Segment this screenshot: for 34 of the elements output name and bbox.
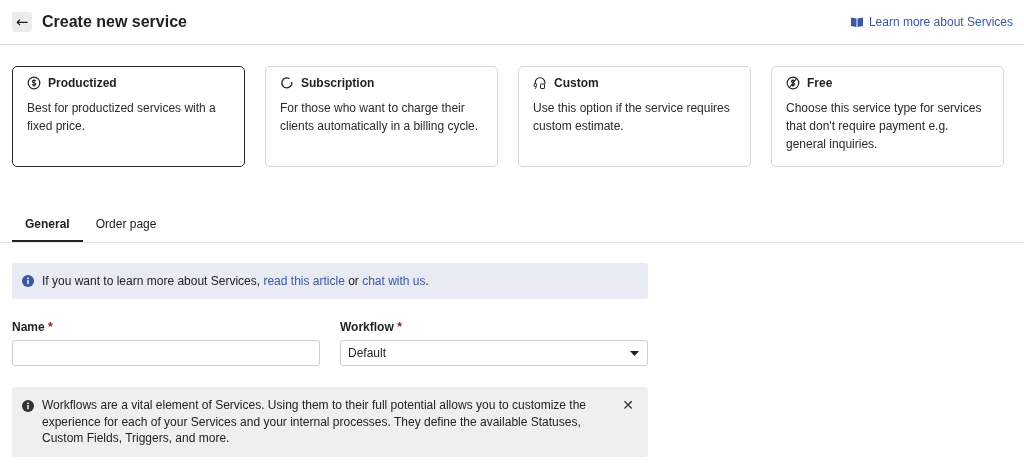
caret-icon	[630, 350, 639, 356]
name-input[interactable]	[12, 340, 320, 366]
text-link[interactable]: chat with us	[362, 274, 426, 288]
book-icon	[850, 16, 863, 28]
field-label: Workflow *	[340, 319, 402, 335]
text-link[interactable]: read this article	[263, 274, 345, 288]
tab[interactable]: General	[12, 207, 83, 242]
close-button[interactable]: ✕	[620, 397, 636, 413]
card-description: For those who want to charge their clients automatically in a billing cycle.	[280, 100, 480, 135]
service-type-card[interactable]: Free Choose this service type for services that don't require payment e.g. general inquiries.	[771, 66, 1004, 167]
card-title: Custom	[554, 76, 599, 90]
page-title: Create new service	[42, 13, 188, 31]
headset-icon	[533, 76, 547, 90]
back-button[interactable]: ←	[12, 12, 32, 32]
field-label: Name *	[12, 319, 53, 335]
info-icon	[22, 275, 34, 287]
workflow-select[interactable]: Default	[340, 340, 648, 366]
workflow-message: Workflows are a vital element of Services. Using them to their full potential allows you to customize the experience for each of your Services and your internal processes. They define the available Statuses, Custom Fields, Triggers, and more.	[42, 397, 588, 447]
info-icon	[22, 400, 34, 412]
card-title: Productized	[48, 76, 117, 90]
card-description: Best for productized services with a fixed price.	[27, 100, 217, 135]
card-description: Use this option if the service requires custom estimate.	[533, 100, 731, 135]
help-link[interactable]: Learn more about Services	[850, 15, 1013, 29]
crossed-dollar-icon	[786, 76, 800, 90]
service-type-card[interactable]: Productized Best for productized services with a fixed price.	[12, 66, 245, 167]
tab[interactable]: Order page	[82, 207, 170, 242]
dollar-icon	[27, 76, 41, 90]
service-type-card[interactable]: Custom Use this option if the service requires custom estimate.	[518, 66, 751, 167]
card-title: Subscription	[301, 76, 375, 90]
service-type-card[interactable]: Subscription For those who want to charge their clients automatically in a billing cycle.	[265, 66, 498, 167]
info-message: If you want to learn more about Services, read this article or chat with us.	[42, 274, 429, 288]
card-title: Free	[807, 76, 833, 90]
refresh-icon	[280, 76, 294, 90]
card-description: Choose this service type for services that don't require payment e.g. general inquiries.	[786, 100, 983, 153]
